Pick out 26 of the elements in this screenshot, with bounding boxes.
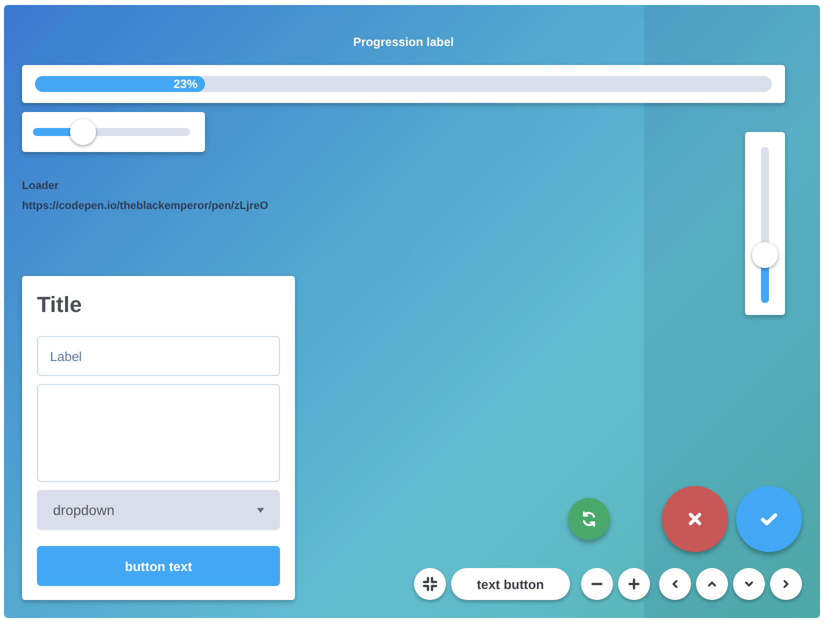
caret-icon	[257, 508, 264, 512]
loader-title: Loader	[22, 179, 59, 194]
loader-link[interactable]: https://codepen.io/theblackemperor/pen/zLjreO	[22, 196, 268, 216]
slider-thumb[interactable]	[70, 119, 96, 145]
plus-button[interactable]	[618, 568, 650, 600]
label-input-field[interactable]: Label	[37, 336, 280, 376]
minus-button[interactable]	[581, 568, 613, 600]
down-button[interactable]	[733, 568, 765, 600]
refresh-icon	[580, 510, 598, 528]
collapse-button[interactable]	[414, 568, 446, 600]
refresh-button[interactable]	[568, 498, 610, 540]
form-title: Title	[37, 292, 83, 318]
right-button[interactable]	[770, 568, 802, 600]
up-button[interactable]	[696, 568, 728, 600]
dropdown[interactable]: dropdown	[37, 490, 280, 530]
progress-label: Progression label	[352, 35, 455, 49]
left-button[interactable]	[659, 568, 691, 600]
cancel-button[interactable]	[662, 486, 728, 552]
progress-fill: 23%	[35, 76, 204, 92]
close-icon	[686, 510, 704, 528]
primary-button[interactable]: button text	[37, 546, 280, 586]
collapse-icon	[422, 576, 438, 592]
text-button[interactable]: text button	[450, 568, 570, 600]
text-area-field[interactable]	[37, 384, 280, 482]
vertical-slider-thumb[interactable]	[752, 242, 778, 268]
plus-icon	[627, 577, 641, 591]
